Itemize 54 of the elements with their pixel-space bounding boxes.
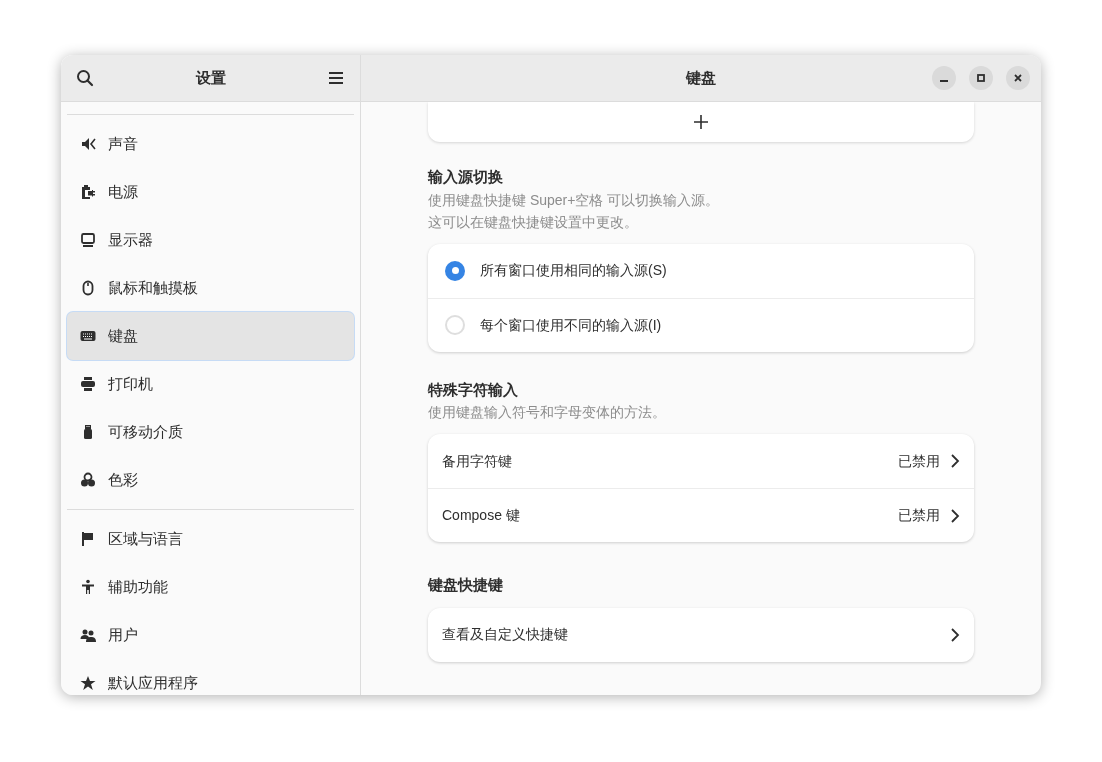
battery-plug-icon	[80, 184, 96, 200]
printer-icon	[80, 376, 96, 392]
settings-row[interactable]: 查看及自定义快捷键	[428, 607, 974, 662]
mouse-icon	[80, 280, 96, 296]
speaker-icon	[80, 136, 96, 152]
star-icon	[80, 675, 96, 691]
minimize-button[interactable]	[932, 66, 956, 90]
sidebar-item[interactable]: 区域与语言	[67, 515, 354, 563]
sidebar-item[interactable]: 辅助功能	[67, 563, 354, 611]
circles-icon	[80, 472, 96, 488]
row-value: 已禁用	[898, 506, 940, 525]
close-icon	[1013, 73, 1023, 83]
close-button[interactable]	[1006, 66, 1030, 90]
section-title: 键盘快捷键	[428, 575, 504, 595]
settings-row[interactable]: Compose 键 已禁用	[428, 488, 974, 542]
settings-row[interactable]: 备用字符键 已禁用	[428, 434, 974, 488]
search-icon	[76, 69, 94, 87]
keyboard-icon	[80, 328, 96, 344]
radio-button[interactable]	[445, 260, 465, 281]
section-title: 输入源切换	[428, 167, 504, 187]
section-description: 使用键盘快捷键 Super+空格 可以切换输入源。	[428, 190, 721, 210]
monitor-icon	[80, 232, 96, 248]
sidebar-item[interactable]: 色彩	[67, 456, 354, 504]
section-description: 这可以在键盘快捷键设置中更改。	[428, 212, 639, 232]
sidebar-item[interactable]: 显示器	[67, 216, 354, 264]
minimize-icon	[940, 80, 948, 82]
sidebar-title: 设置	[195, 67, 226, 88]
sidebar-item[interactable]: 键盘	[67, 312, 354, 360]
menu-icon	[328, 71, 344, 85]
add-button[interactable]	[691, 112, 711, 132]
sidebar-item[interactable]: 默认应用程序	[67, 659, 354, 695]
radio-option[interactable]: 每个窗口使用不同的输入源(I)	[428, 297, 974, 352]
chevron-right-icon	[950, 454, 960, 468]
sidebar-item[interactable]: 用户	[67, 611, 354, 659]
sidebar-item[interactable]: 声音	[67, 120, 354, 168]
add-icon	[693, 114, 709, 130]
sidebar-item[interactable]: 打印机	[67, 360, 354, 408]
maximize-icon	[976, 73, 986, 83]
sidebar-item[interactable]: 鼠标和触摸板	[67, 264, 354, 312]
radio-button[interactable]	[445, 315, 465, 335]
radio-option[interactable]: 所有窗口使用相同的输入源(S)	[428, 243, 974, 298]
search-button[interactable]	[75, 68, 95, 88]
people-icon	[80, 627, 96, 643]
window-title: 键盘	[686, 67, 716, 88]
section-title: 特殊字符输入	[428, 379, 519, 400]
maximize-button[interactable]	[969, 66, 993, 90]
person-icon	[80, 579, 96, 595]
sidebar-item[interactable]: 可移动介质	[67, 408, 354, 456]
chevron-right-icon	[950, 508, 960, 523]
flag-icon	[80, 531, 96, 547]
row-value: 已禁用	[898, 451, 940, 471]
sidebar-item[interactable]: 电源	[67, 168, 354, 216]
section-description: 使用键盘输入符号和字母变体的方法。	[428, 403, 667, 422]
chevron-right-icon	[950, 627, 960, 642]
